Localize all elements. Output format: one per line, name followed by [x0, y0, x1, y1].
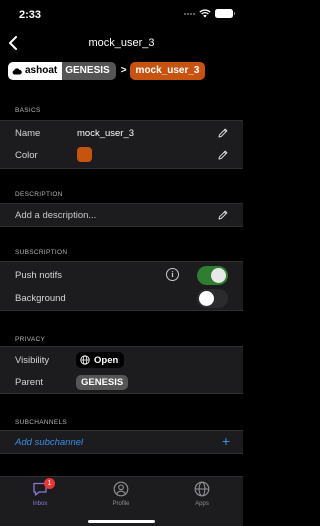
current-thread-name: mock_user_3: [135, 65, 200, 76]
section-header-description: DESCRIPTION: [15, 191, 63, 198]
status-time: 2:33: [19, 9, 42, 21]
tab-apps-label: Apps: [195, 501, 209, 507]
navigation-bar: mock_user_3: [0, 28, 243, 58]
bottom-tab-bar: 1 Inbox Profile Apps: [0, 476, 243, 526]
parent-value: GENESIS: [81, 377, 124, 388]
status-icons: [184, 9, 235, 18]
status-bar: 2:33: [0, 0, 243, 28]
community-chip[interactable]: ashoat: [8, 61, 63, 80]
inbox-badge: 1: [44, 478, 55, 489]
background-toggle[interactable]: [197, 289, 228, 308]
wifi-icon: [199, 9, 211, 18]
parent-chip[interactable]: GENESIS: [76, 375, 129, 390]
add-subchannel-row[interactable]: Add subchannel +: [0, 431, 243, 453]
push-notifs-toggle[interactable]: [197, 266, 228, 285]
tab-inbox-label: Inbox: [32, 501, 48, 507]
battery-icon: [215, 9, 235, 18]
tab-inbox[interactable]: 1 Inbox: [10, 478, 70, 515]
basics-section: Name mock_user_3 Color: [0, 120, 243, 169]
page-title: mock_user_3: [88, 37, 155, 49]
thread-ancestry-breadcrumb: ashoat GENESIS > mock_user_3: [8, 61, 206, 80]
section-header-subscription: SUBSCRIPTION: [15, 249, 68, 256]
name-row[interactable]: Name mock_user_3: [0, 122, 243, 144]
description-row[interactable]: Add a description...: [0, 204, 243, 226]
user-circle-icon: [113, 481, 129, 497]
community-name: ashoat: [25, 65, 58, 76]
breadcrumb-separator: >: [120, 65, 127, 76]
add-subchannel-plus-icon[interactable]: +: [222, 433, 230, 449]
tab-apps[interactable]: Apps: [172, 481, 232, 515]
push-notifs-label: Push notifs: [15, 270, 62, 281]
signal-icon: [184, 12, 195, 15]
section-header-privacy: PRIVACY: [15, 336, 46, 343]
description-section: Add a description...: [0, 203, 243, 227]
info-icon[interactable]: i: [166, 268, 179, 281]
background-label: Background: [15, 293, 66, 304]
globe-icon: [194, 481, 210, 497]
globe-icon: [80, 355, 90, 365]
edit-description-pencil-icon[interactable]: [217, 209, 229, 221]
cloud-icon: [12, 67, 22, 74]
add-subchannel-label[interactable]: Add subchannel: [15, 437, 83, 448]
color-swatch[interactable]: [77, 147, 92, 162]
visibility-label: Visibility: [15, 355, 50, 366]
name-label: Name: [15, 128, 41, 139]
parent-label: Parent: [15, 377, 43, 388]
visibility-row: Visibility Open: [0, 349, 243, 371]
tab-profile-label: Profile: [112, 501, 130, 507]
push-notifs-row: Push notifs i: [0, 264, 243, 286]
background-row: Background: [0, 287, 243, 309]
name-value: mock_user_3: [77, 128, 135, 139]
current-thread-chip[interactable]: mock_user_3: [129, 61, 206, 80]
parent-thread-chip[interactable]: GENESIS: [62, 61, 116, 80]
edit-color-pencil-icon[interactable]: [217, 149, 229, 161]
parent-row: Parent GENESIS: [0, 371, 243, 393]
subscription-section: Push notifs i Background: [0, 261, 243, 311]
privacy-section: Visibility Open Parent GENESIS: [0, 346, 243, 394]
edit-name-pencil-icon[interactable]: [217, 127, 229, 139]
subchannels-section: Add subchannel +: [0, 430, 243, 454]
color-label: Color: [15, 150, 38, 161]
tab-profile[interactable]: Profile: [91, 481, 151, 515]
color-row[interactable]: Color: [0, 144, 243, 166]
visibility-value: Open: [94, 354, 119, 366]
home-indicator: [88, 520, 155, 523]
section-header-subchannels: SUBCHANNELS: [15, 419, 68, 426]
visibility-chip: Open: [76, 352, 125, 368]
parent-thread-name: GENESIS: [65, 65, 110, 76]
section-header-basics: BASICS: [15, 107, 41, 114]
description-placeholder[interactable]: Add a description...: [15, 210, 96, 221]
